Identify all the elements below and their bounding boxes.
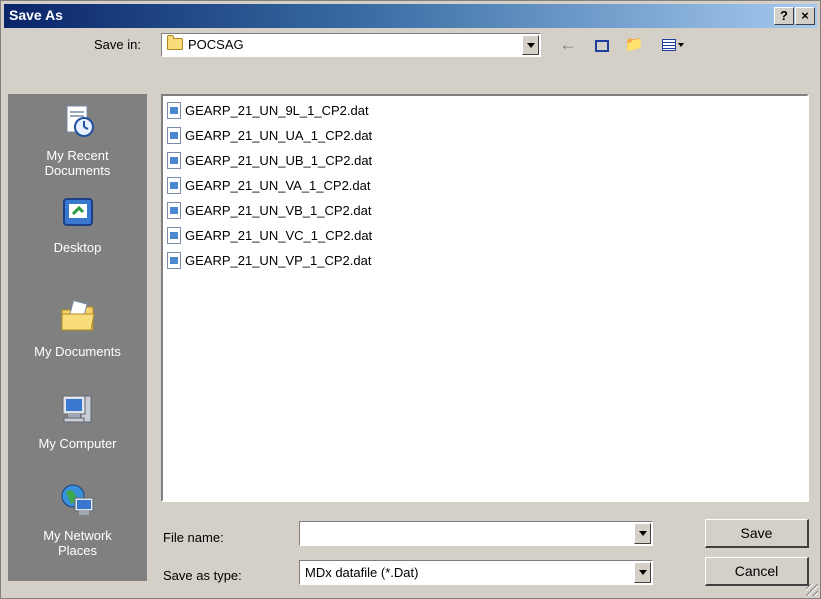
dat-file-icon <box>167 152 181 169</box>
up-one-level-icon[interactable] <box>591 34 613 56</box>
save-as-dialog: Save As ? × Save in: POCSAG ← 📁 My Recen… <box>0 0 821 599</box>
place-label: My Recent Documents <box>44 148 111 178</box>
dat-file-icon <box>167 202 181 219</box>
file-name-input[interactable] <box>299 521 653 546</box>
desktop-icon <box>63 198 93 226</box>
help-button[interactable]: ? <box>774 7 794 25</box>
file-name: GEARP_21_UN_UA_1_CP2.dat <box>185 128 373 143</box>
save-as-type-label: Save as type: <box>163 568 242 583</box>
cancel-button[interactable]: Cancel <box>705 557 809 586</box>
place-label: My Documents <box>34 344 121 359</box>
save-button[interactable]: Save <box>705 519 809 548</box>
views-menu-icon[interactable] <box>655 34 691 56</box>
dat-file-icon <box>167 102 181 119</box>
dat-file-icon <box>167 252 181 269</box>
file-name: GEARP_21_UN_VP_1_CP2.dat <box>185 253 372 268</box>
my-documents-icon <box>61 299 95 331</box>
file-name: GEARP_21_UN_9L_1_CP2.dat <box>185 103 369 118</box>
place-label: My Computer <box>38 436 117 451</box>
file-name: GEARP_21_UN_VC_1_CP2.dat <box>185 228 373 243</box>
title-bar[interactable]: Save As ? × <box>4 4 817 28</box>
dat-file-icon <box>167 177 181 194</box>
my-computer-icon <box>62 395 92 423</box>
save-as-type-dropdown[interactable]: MDx datafile (*.Dat) <box>299 560 653 585</box>
window-title: Save As <box>9 7 63 23</box>
close-button[interactable]: × <box>795 7 815 25</box>
folder-icon <box>167 35 183 50</box>
dat-file-icon <box>167 227 181 244</box>
save-as-type-value: MDx datafile (*.Dat) <box>305 565 419 580</box>
place-label: Desktop <box>53 240 102 255</box>
save-in-dropdown[interactable]: POCSAG <box>161 33 541 57</box>
file-name: GEARP_21_UN_VB_1_CP2.dat <box>185 203 372 218</box>
save-in-value: POCSAG <box>188 37 244 52</box>
back-arrow-icon[interactable]: ← <box>557 34 579 56</box>
resize-grip[interactable] <box>806 584 818 596</box>
file-name: GEARP_21_UN_VA_1_CP2.dat <box>185 178 371 193</box>
save-as-type-dropdown-arrow[interactable] <box>634 562 651 583</box>
file-list[interactable]: GEARP_21_UN_9L_1_CP2.dat GEARP_21_UN_UA_… <box>161 94 809 502</box>
new-folder-icon[interactable]: 📁 <box>623 34 645 56</box>
file-name-dropdown-arrow[interactable] <box>634 523 651 544</box>
network-places-icon <box>61 484 94 515</box>
save-in-dropdown-arrow[interactable] <box>522 35 539 55</box>
dat-file-icon <box>167 127 181 144</box>
recent-documents-icon <box>66 105 94 137</box>
file-name-label: File name: <box>163 530 224 545</box>
place-label: My Network Places <box>43 528 112 558</box>
file-name: GEARP_21_UN_UB_1_CP2.dat <box>185 153 373 168</box>
places-bar: My Recent Documents Desktop My Documents <box>8 94 147 581</box>
save-in-label: Save in: <box>94 37 141 52</box>
